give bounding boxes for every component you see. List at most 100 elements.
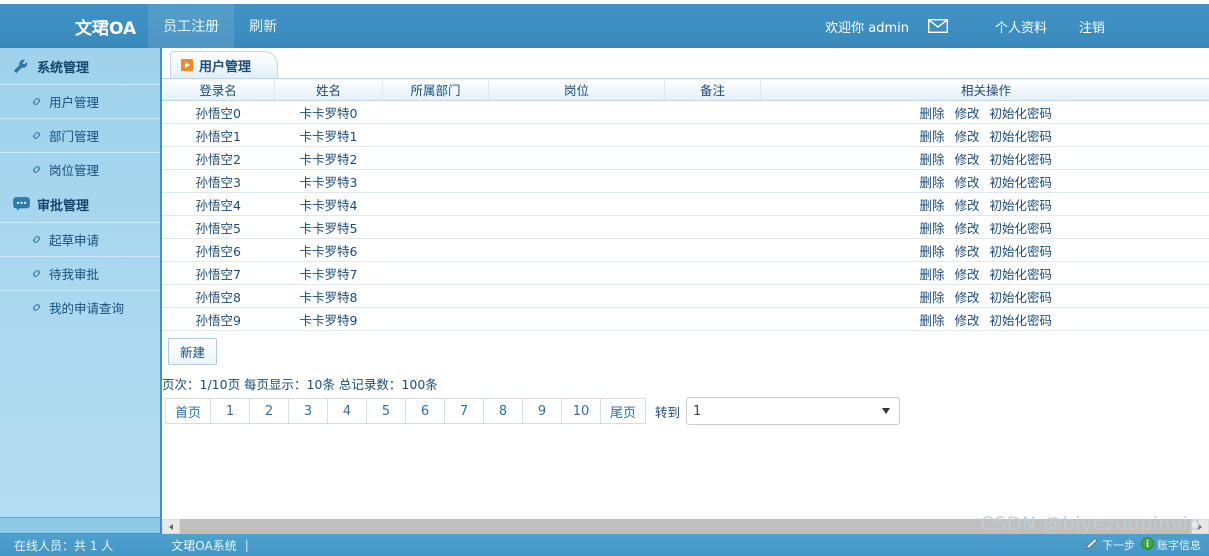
link-icon: [30, 301, 43, 314]
cell-department: [383, 216, 489, 239]
table-body: 孙悟空0卡卡罗特0删除 修改 初始化密码孙悟空1卡卡罗特1删除 修改 初始化密码…: [162, 101, 1209, 331]
edit-link[interactable]: 修改: [954, 267, 979, 282]
delete-link[interactable]: 删除: [919, 290, 944, 305]
header-link-logout[interactable]: 注销: [1063, 17, 1121, 36]
pagination-page[interactable]: 1: [211, 398, 250, 424]
pagination-page[interactable]: 9: [523, 398, 562, 424]
delete-link[interactable]: 删除: [919, 221, 944, 236]
pagination-page[interactable]: 7: [445, 398, 484, 424]
sidebar-item-department-management[interactable]: 部门管理: [0, 118, 160, 152]
chat-icon: [12, 196, 30, 212]
cell-position: [489, 216, 665, 239]
reset-password-link[interactable]: 初始化密码: [989, 244, 1052, 259]
sidebar-group-header-approval[interactable]: 审批管理: [0, 186, 160, 222]
pagination-page[interactable]: 4: [328, 398, 367, 424]
edit-link[interactable]: 修改: [954, 221, 979, 236]
cell-operations: 删除 修改 初始化密码: [761, 147, 1209, 170]
pagination-page[interactable]: 10: [562, 398, 601, 424]
cell-login: 孙悟空6: [162, 239, 275, 262]
sidebar-item-pending-approval[interactable]: 待我审批: [0, 256, 160, 290]
footer-tray-item-next[interactable]: 下一步: [1084, 537, 1135, 554]
sidebar-item-user-management[interactable]: 用户管理: [0, 84, 160, 118]
pagination-page[interactable]: 2: [250, 398, 289, 424]
table-row: 孙悟空2卡卡罗特2删除 修改 初始化密码: [162, 147, 1209, 170]
delete-link[interactable]: 删除: [919, 129, 944, 144]
content-area: 用户管理 登录名 姓名 所属部门 岗位 备注 相关操作 孙悟空0卡卡罗特0删除 …: [162, 48, 1209, 534]
cell-department: [383, 193, 489, 216]
reset-password-link[interactable]: 初始化密码: [989, 313, 1052, 328]
reset-password-link[interactable]: 初始化密码: [989, 221, 1052, 236]
delete-link[interactable]: 删除: [919, 175, 944, 190]
pagination-page[interactable]: 3: [289, 398, 328, 424]
edit-link[interactable]: 修改: [954, 313, 979, 328]
delete-link[interactable]: 删除: [919, 152, 944, 167]
scroll-left-button[interactable]: [162, 519, 180, 534]
cell-remark: [665, 124, 761, 147]
sidebar-group-header-system[interactable]: 系统管理: [0, 48, 160, 84]
table-row: 孙悟空5卡卡罗特5删除 修改 初始化密码: [162, 216, 1209, 239]
goto-page-select[interactable]: 1: [686, 397, 900, 425]
cell-name: 卡卡罗特8: [275, 285, 383, 308]
header-link-profile[interactable]: 个人资料: [979, 17, 1063, 36]
sidebar-item-my-application-query[interactable]: 我的申请查询: [0, 290, 160, 324]
cell-name: 卡卡罗特2: [275, 147, 383, 170]
column-header-position: 岗位: [489, 79, 665, 101]
delete-link[interactable]: 删除: [919, 313, 944, 328]
cell-remark: [665, 216, 761, 239]
reset-password-link[interactable]: 初始化密码: [989, 267, 1052, 282]
edit-link[interactable]: 修改: [954, 152, 979, 167]
table-row: 孙悟空3卡卡罗特3 删除 修改 初始化密码: [162, 170, 1209, 193]
pagination-last[interactable]: 尾页: [601, 398, 646, 424]
header-left-nav: 文珺OA 员工注册 刷新: [63, 4, 292, 48]
reset-password-link[interactable]: 初始化密码: [989, 106, 1052, 121]
delete-link[interactable]: 删除: [919, 267, 944, 282]
new-button[interactable]: 新建: [168, 338, 217, 365]
cell-operations: 删除 修改 初始化密码: [761, 308, 1209, 331]
pagination-info: 页次：1/10页 每页显示：10条 总记录数：100条: [162, 365, 1209, 397]
reset-password-link[interactable]: 初始化密码: [989, 152, 1052, 167]
tab-user-management[interactable]: 用户管理: [170, 51, 278, 78]
envelope-icon[interactable]: [927, 15, 949, 37]
scroll-right-button[interactable]: [1191, 519, 1209, 534]
header-tab-employee-register[interactable]: 员工注册: [148, 4, 234, 48]
edit-link[interactable]: 修改: [954, 198, 979, 213]
reset-password-link[interactable]: 初始化密码: [989, 175, 1052, 190]
link-icon: [30, 163, 43, 176]
reset-password-link[interactable]: 初始化密码: [989, 198, 1052, 213]
reset-password-link[interactable]: 初始化密码: [989, 290, 1052, 305]
cell-name: 卡卡罗特9: [275, 308, 383, 331]
horizontal-scrollbar[interactable]: [162, 519, 1209, 534]
column-header-remark: 备注: [665, 79, 761, 101]
cell-login: 孙悟空3: [162, 170, 275, 193]
sidebar-item-label: 岗位管理: [49, 160, 99, 179]
footer-tray-label: 下一步: [1102, 537, 1135, 553]
footer-tray-item-info[interactable]: 账字信息: [1141, 537, 1201, 553]
edit-link[interactable]: 修改: [954, 175, 979, 190]
delete-link[interactable]: 删除: [919, 106, 944, 121]
pagination-page[interactable]: 5: [367, 398, 406, 424]
header-right-nav: 欢迎你 admin 个人资料 注销: [825, 4, 1209, 48]
pagination-first[interactable]: 首页: [165, 398, 211, 424]
delete-link[interactable]: 删除: [919, 198, 944, 213]
sidebar-item-position-management[interactable]: 岗位管理: [0, 152, 160, 186]
cell-login: 孙悟空4: [162, 193, 275, 216]
scrollbar-track[interactable]: [180, 519, 1191, 534]
new-button-row: 新建: [162, 331, 1209, 365]
cell-login: 孙悟空9: [162, 308, 275, 331]
cell-department: [383, 147, 489, 170]
pagination-page[interactable]: 6: [406, 398, 445, 424]
edit-link[interactable]: 修改: [954, 106, 979, 121]
link-icon: [30, 95, 43, 108]
edit-link[interactable]: 修改: [954, 290, 979, 305]
edit-link[interactable]: 修改: [954, 244, 979, 259]
header-tab-refresh[interactable]: 刷新: [234, 4, 292, 48]
cell-name: 卡卡罗特3: [275, 170, 383, 193]
chevron-down-icon: [882, 408, 890, 414]
edit-link[interactable]: 修改: [954, 129, 979, 144]
reset-password-link[interactable]: 初始化密码: [989, 129, 1052, 144]
cell-operations: 删除 修改 初始化密码: [761, 101, 1209, 124]
sidebar-item-draft-application[interactable]: 起草申请: [0, 222, 160, 256]
delete-link[interactable]: 删除: [919, 244, 944, 259]
pagination-page[interactable]: 8: [484, 398, 523, 424]
cell-department: [383, 308, 489, 331]
